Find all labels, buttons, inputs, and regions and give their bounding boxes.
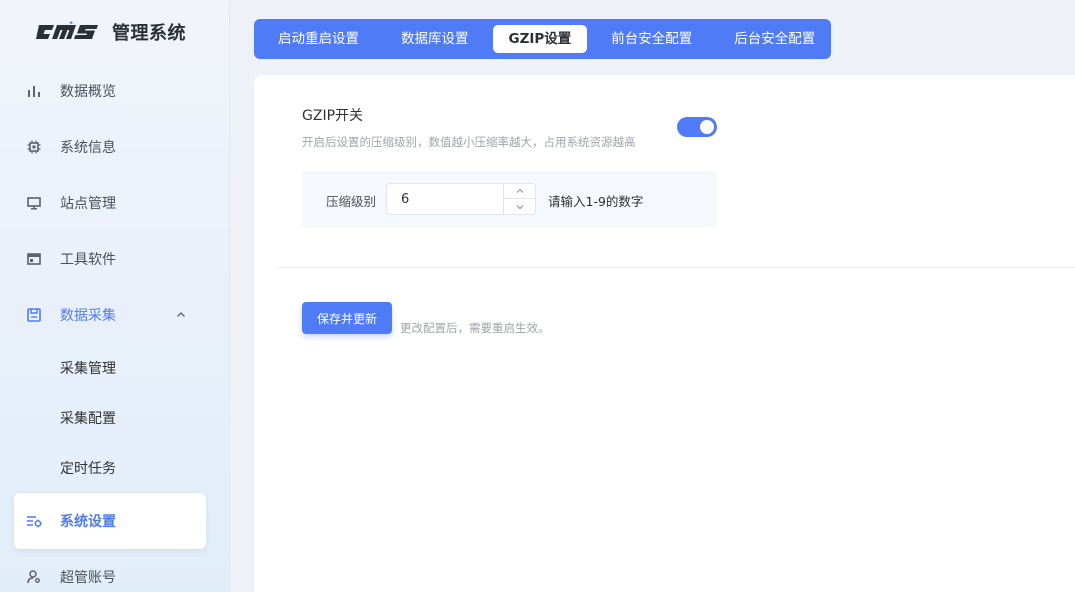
chevron-up-icon [516, 188, 523, 193]
compression-level-row: 压缩级别 6 请输入1-9的数字 [302, 171, 717, 227]
sidebar-item-label: 定时任务 [60, 461, 116, 477]
sidebar-item-label: 采集管理 [60, 361, 116, 377]
chip-icon [26, 139, 42, 155]
gzip-description: 开启后设置的压缩级别，数值越小压缩率越大，占用系统资源越高 [302, 135, 636, 149]
sidebar-item-label: 数据采集 [60, 308, 116, 324]
sidebar-item-label: 系统信息 [60, 140, 116, 156]
sidebar-item-super-admin[interactable]: 超管账号 [14, 552, 206, 592]
sidebar-item-label: 工具软件 [60, 252, 116, 268]
stepper-controls [503, 184, 535, 214]
compression-level-stepper[interactable]: 6 [386, 183, 536, 215]
sidebar: 管理系统 数据概览 系统信息 站点管理 工具软件 数据采集 采集管理 采集配置 … [0, 0, 230, 592]
sidebar-item-label: 站点管理 [60, 196, 116, 212]
sidebar-item-label: 超管账号 [60, 570, 116, 586]
compression-level-value[interactable]: 6 [401, 192, 409, 207]
gzip-title: GZIP开关 [302, 108, 364, 124]
chevron-up-icon [176, 308, 186, 324]
sidebar-item-data-overview[interactable]: 数据概览 [14, 66, 206, 116]
tab-gzip[interactable]: GZIP设置 [492, 25, 588, 53]
sidebar-item-scheduled-tasks[interactable]: 定时任务 [14, 443, 206, 493]
restart-note: 更改配置后，需要重启生效。 [400, 321, 550, 335]
tab-backend-security[interactable]: 后台安全配置 [716, 25, 833, 53]
sidebar-item-collection-config[interactable]: 采集配置 [14, 393, 206, 443]
save-icon [26, 307, 42, 323]
sidebar-item-label: 数据概览 [60, 84, 116, 100]
sidebar-item-collection-management[interactable]: 采集管理 [14, 343, 206, 393]
settings-list-icon [26, 513, 42, 529]
increment-button[interactable] [504, 184, 535, 199]
brand-title: 管理系统 [112, 23, 186, 44]
monitor-icon [26, 195, 42, 211]
tab-frontend-security[interactable]: 前台安全配置 [593, 25, 710, 53]
sidebar-item-site-management[interactable]: 站点管理 [14, 178, 206, 228]
toggle-knob [700, 120, 714, 134]
cms-logo-icon [36, 21, 98, 39]
user-settings-icon [26, 569, 42, 585]
sidebar-item-data-collection[interactable]: 数据采集 [14, 290, 206, 340]
bar-chart-icon [26, 83, 42, 99]
divider [278, 267, 1075, 268]
sidebar-item-system-settings[interactable]: 系统设置 [14, 493, 206, 549]
gzip-toggle[interactable] [677, 117, 717, 137]
save-and-update-button[interactable]: 保存并更新 [302, 302, 392, 334]
logo: 管理系统 [36, 18, 186, 46]
sidebar-item-tools[interactable]: 工具软件 [14, 234, 206, 284]
decrement-button[interactable] [504, 199, 535, 214]
chevron-down-icon [516, 204, 523, 209]
settings-tabs: 启动重启设置 数据库设置 GZIP设置 前台安全配置 后台安全配置 [254, 19, 831, 59]
compression-level-label: 压缩级别 [326, 194, 377, 209]
tab-startup-restart[interactable]: 启动重启设置 [260, 25, 377, 53]
sidebar-item-label: 系统设置 [60, 514, 116, 530]
tab-database[interactable]: 数据库设置 [383, 25, 487, 53]
sidebar-item-system-info[interactable]: 系统信息 [14, 122, 206, 172]
sidebar-item-label: 采集配置 [60, 411, 116, 427]
gzip-settings-panel: GZIP开关 开启后设置的压缩级别，数值越小压缩率越大，占用系统资源越高 压缩级… [254, 75, 1075, 592]
window-icon [26, 251, 42, 267]
compression-level-hint: 请输入1-9的数字 [548, 194, 644, 209]
